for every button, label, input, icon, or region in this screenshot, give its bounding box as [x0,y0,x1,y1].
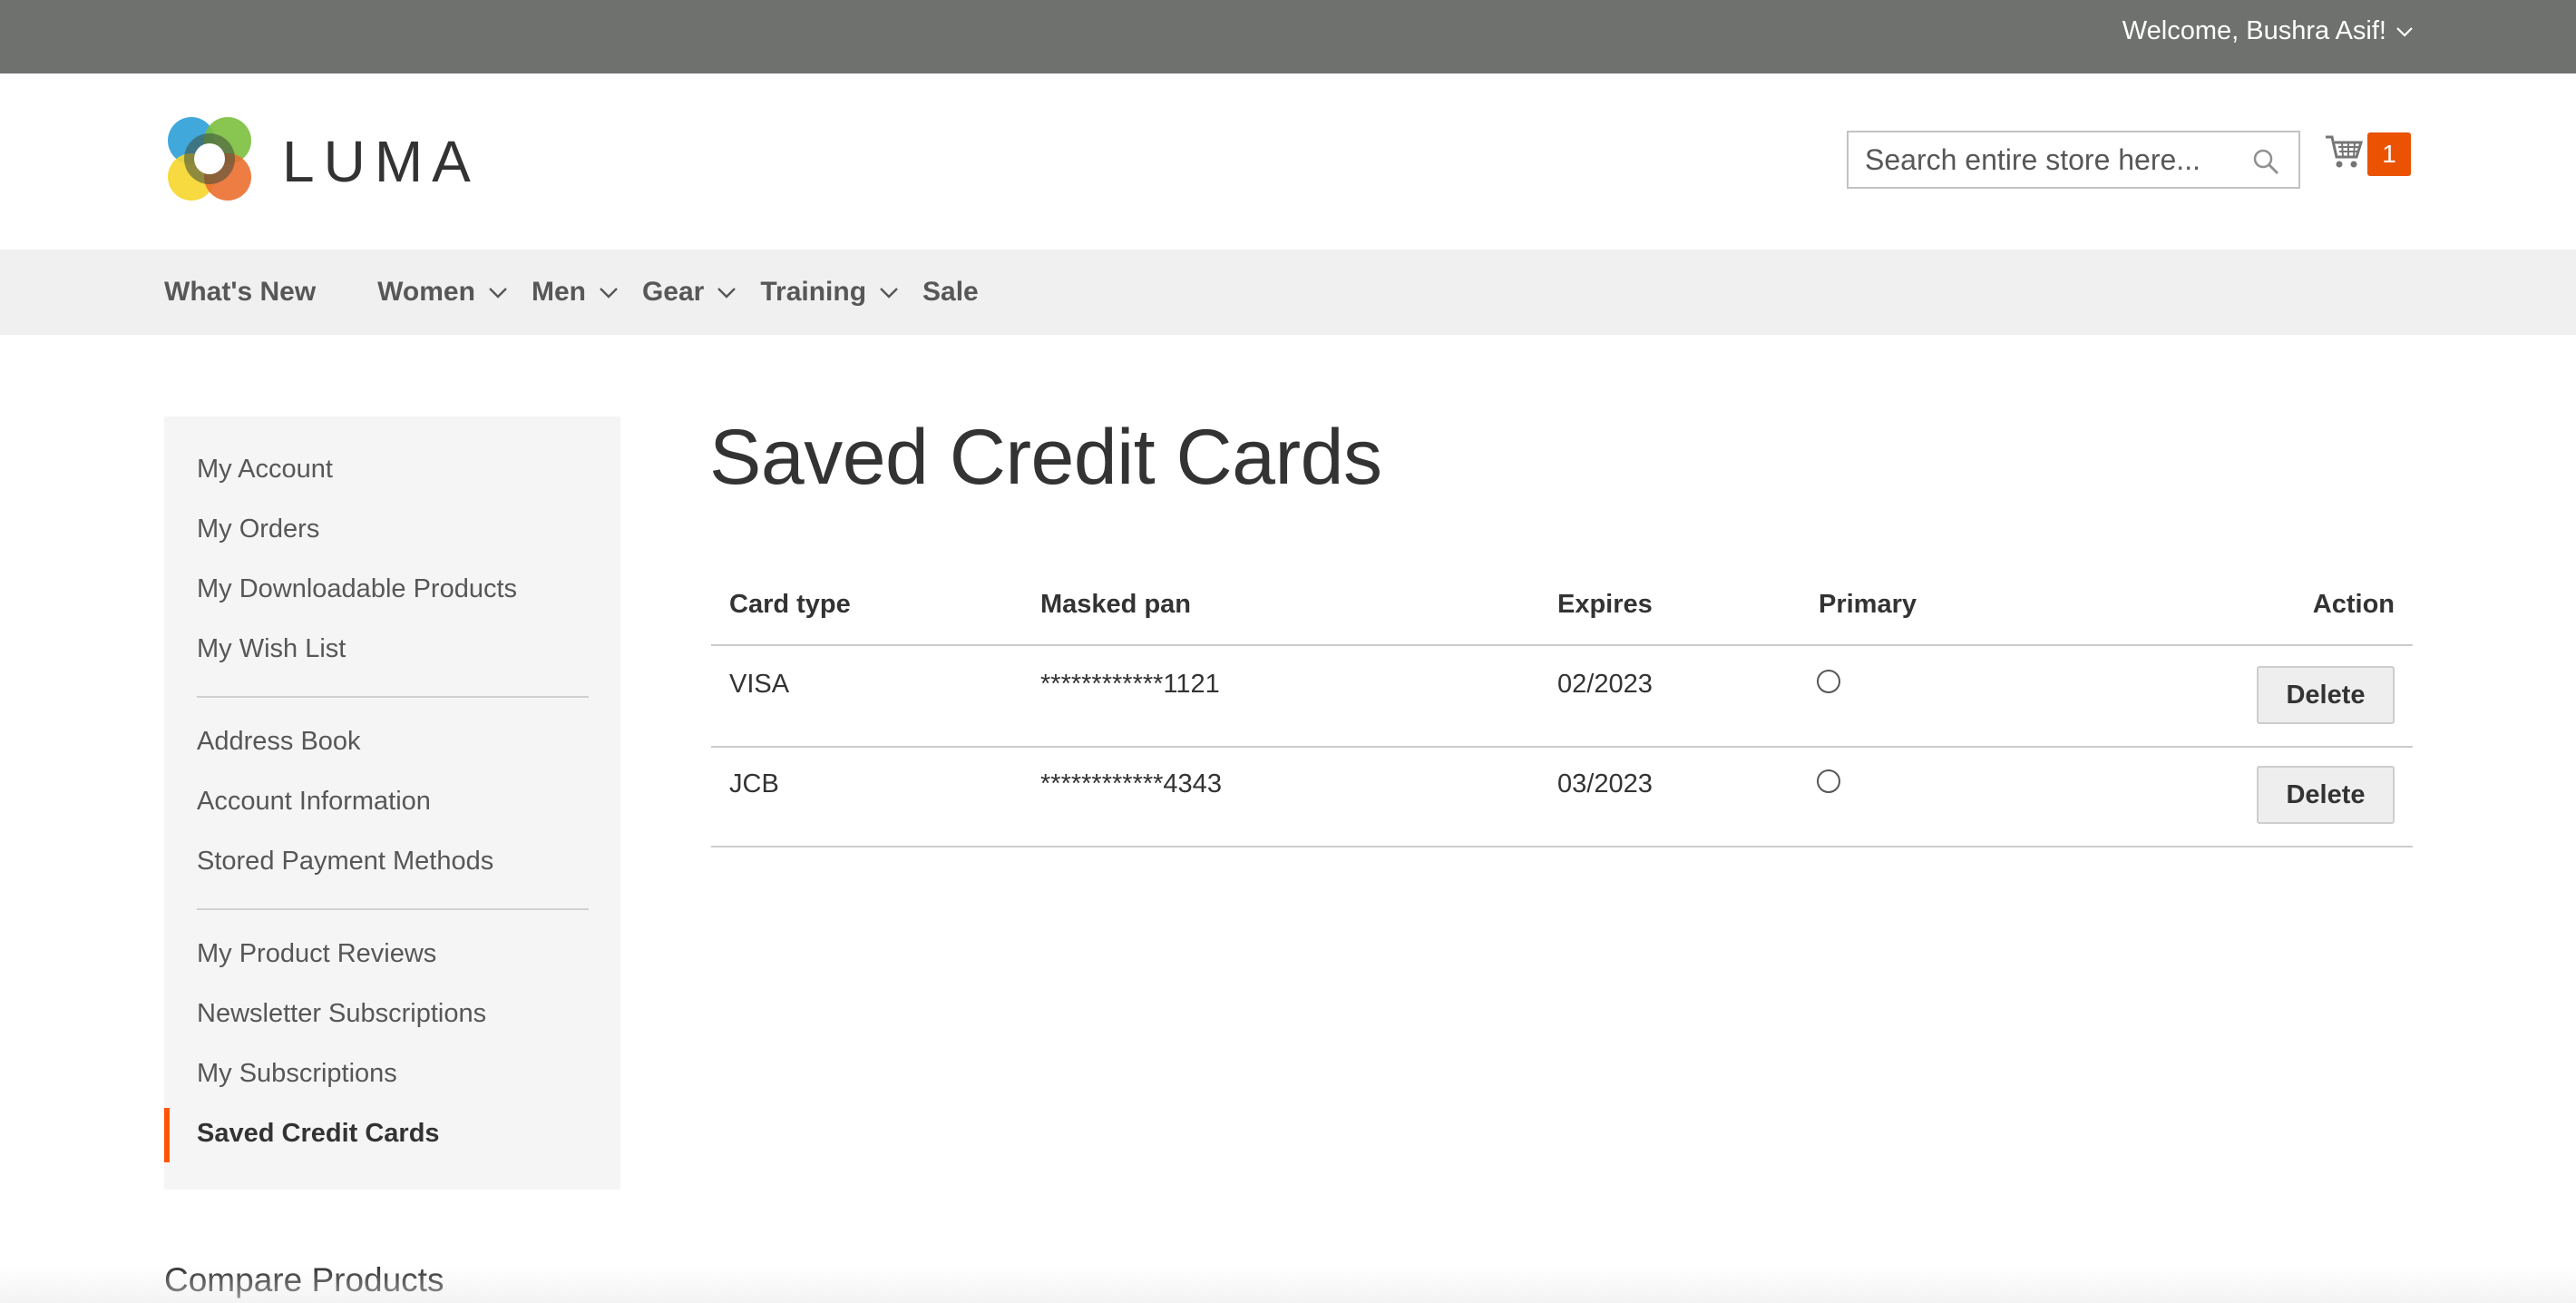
search-icon[interactable] [2251,147,2280,181]
nav-item-gear[interactable]: Gear [642,277,737,308]
expires-cell: 02/2023 [1557,670,1653,699]
search-input[interactable] [1849,132,2298,187]
nav-list: What's New Women Men Gear Training Sale [164,250,1040,335]
chevron-down-icon [879,287,899,299]
sidebar-item-my-account[interactable]: My Account [197,455,333,485]
column-header-primary: Primary [1819,590,1917,619]
sidebar-item-wish-list[interactable]: My Wish List [197,634,346,664]
sidebar-item-my-subscriptions[interactable]: My Subscriptions [197,1059,397,1089]
sidebar-item-address-book[interactable]: Address Book [197,727,361,757]
page-title: Saved Credit Cards [709,414,1382,501]
sidebar-item-product-reviews[interactable]: My Product Reviews [197,939,436,969]
nav-item-label: What's New [164,277,317,307]
logo-text: LUMA [282,128,480,194]
chevron-down-icon [488,287,508,299]
delete-button[interactable]: Delete [2257,666,2395,724]
table-row: JCB ************4343 03/2023 Delete [711,746,2413,846]
sidebar-active-marker [164,1108,170,1162]
main-nav: What's New Women Men Gear Training Sale [0,250,2576,335]
nav-item-what-s-new[interactable]: What's New [164,277,316,308]
sidebar-item-account-information[interactable]: Account Information [197,787,431,817]
nav-item-women[interactable]: Women [377,277,508,308]
search-box [1847,131,2300,189]
cart-icon [2324,132,2364,176]
nav-item-label: Gear [641,277,705,307]
table-row: VISA ************1121 02/2023 Delete [711,646,2413,746]
sidebar-item-my-orders[interactable]: My Orders [197,514,319,544]
masked-pan-cell: ************1121 [1040,670,1220,699]
compare-products-title: Compare Products [164,1261,444,1298]
store-logo[interactable]: LUMA [164,113,480,209]
top-bar: Welcome, Bushra Asif! [0,0,2576,73]
nav-item-label: Sale [922,277,979,307]
column-header-action: Action [2312,590,2395,619]
nav-item-label: Women [377,277,475,307]
primary-radio[interactable] [1817,670,1840,693]
card-type-cell: VISA [729,670,790,699]
sidebar-item-newsletter-subscriptions[interactable]: Newsletter Subscriptions [197,999,486,1029]
nav-item-label: Training [760,277,867,307]
column-header-masked-pan: Masked pan [1040,590,1191,619]
minicart-button[interactable]: 1 [2324,132,2411,176]
sidebar-item-stored-payment-methods[interactable]: Stored Payment Methods [197,847,493,877]
sidebar-item-saved-credit-cards: Saved Credit Cards [197,1119,440,1148]
welcome-text: Welcome, Bushra Asif! [2122,16,2386,45]
header: LUMA 1 [0,73,2576,250]
nav-item-sale[interactable]: Sale [922,277,979,308]
nav-item-training[interactable]: Training [760,277,899,308]
luma-logo-icon [164,113,255,209]
expires-cell: 03/2023 [1557,769,1653,798]
masked-pan-cell: ************4343 [1040,769,1222,798]
card-type-cell: JCB [729,769,779,798]
sidebar-divider [197,696,589,698]
nav-item-men[interactable]: Men [532,277,619,308]
cart-count-badge: 1 [2367,132,2411,176]
sidebar-divider [197,908,589,910]
chevron-down-icon [599,287,619,299]
delete-button[interactable]: Delete [2257,766,2395,824]
column-header-expires: Expires [1557,590,1653,619]
chevron-down-icon [2395,26,2414,37]
column-header-card-type: Card type [729,590,851,619]
chevron-down-icon [717,287,737,299]
nav-item-label: Men [531,277,586,307]
welcome-menu[interactable]: Welcome, Bushra Asif! [2122,16,2414,46]
sidebar-item-downloadable-products[interactable]: My Downloadable Products [197,574,517,604]
row-divider [711,846,2413,847]
primary-radio[interactable] [1817,769,1840,793]
account-sidebar: My Account My Orders My Downloadable Pro… [164,416,620,1190]
